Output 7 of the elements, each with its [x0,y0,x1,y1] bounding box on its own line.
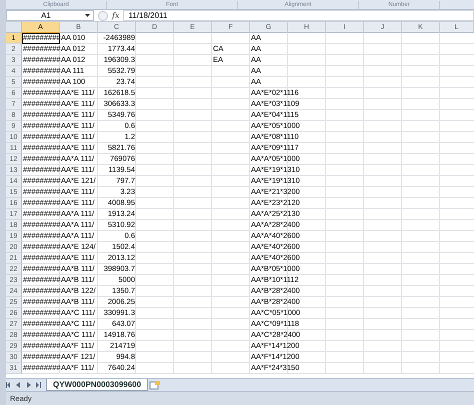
function-button[interactable]: fx [112,11,120,20]
formula-field[interactable]: 11/18/2011 [123,10,474,21]
new-sheet-icon[interactable] [149,380,162,390]
dropdown-icon [85,14,90,17]
sheet-nav-icon[interactable] [33,381,41,389]
name-box[interactable]: A1 [6,10,94,21]
sheet-tab[interactable]: QYW000PN0003099600 [46,379,148,391]
